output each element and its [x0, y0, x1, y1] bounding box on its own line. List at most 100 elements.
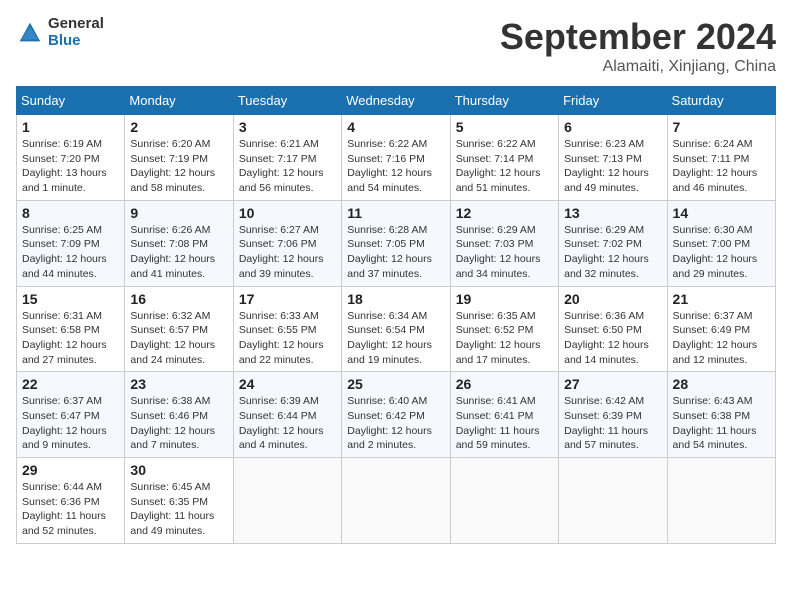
calendar-cell — [450, 458, 558, 544]
calendar-cell: 13 Sunrise: 6:29 AM Sunset: 7:02 PM Dayli… — [559, 200, 667, 286]
calendar-cell: 6Sunrise: 6:23 AM Sunset: 7:13 PM Daylig… — [559, 115, 667, 201]
day-info: Sunrise: 6:22 AM Sunset: 7:14 PM Dayligh… — [456, 137, 553, 196]
calendar-cell: 8 Sunrise: 6:25 AM Sunset: 7:09 PM Daylig… — [17, 200, 125, 286]
calendar-week-4: 22 Sunrise: 6:37 AM Sunset: 6:47 PM Dayli… — [17, 372, 776, 458]
weekday-header-friday: Friday — [559, 87, 667, 115]
calendar-header-row: SundayMondayTuesdayWednesdayThursdayFrid… — [17, 87, 776, 115]
day-number: 27 — [564, 376, 661, 392]
day-info: Sunrise: 6:37 AM Sunset: 6:47 PM Dayligh… — [22, 394, 119, 453]
day-info: Sunrise: 6:29 AM Sunset: 7:02 PM Dayligh… — [564, 223, 661, 282]
calendar-cell: 10 Sunrise: 6:27 AM Sunset: 7:06 PM Dayli… — [233, 200, 341, 286]
calendar-cell: 11 Sunrise: 6:28 AM Sunset: 7:05 PM Dayli… — [342, 200, 450, 286]
calendar-cell — [342, 458, 450, 544]
day-info: Sunrise: 6:24 AM Sunset: 7:11 PM Dayligh… — [673, 137, 770, 196]
logo-blue: Blue — [48, 33, 104, 50]
day-number: 30 — [130, 462, 227, 478]
calendar-cell — [667, 458, 775, 544]
calendar-week-5: 29Sunrise: 6:44 AM Sunset: 6:36 PM Dayli… — [17, 458, 776, 544]
day-info: Sunrise: 6:25 AM Sunset: 7:09 PM Dayligh… — [22, 223, 119, 282]
day-number: 21 — [673, 291, 770, 307]
day-number: 13 — [564, 205, 661, 221]
day-info: Sunrise: 6:32 AM Sunset: 6:57 PM Dayligh… — [130, 309, 227, 368]
calendar-cell: 3Sunrise: 6:21 AM Sunset: 7:17 PM Daylig… — [233, 115, 341, 201]
weekday-header-thursday: Thursday — [450, 87, 558, 115]
day-number: 26 — [456, 376, 553, 392]
weekday-header-wednesday: Wednesday — [342, 87, 450, 115]
weekday-header-monday: Monday — [125, 87, 233, 115]
day-info: Sunrise: 6:34 AM Sunset: 6:54 PM Dayligh… — [347, 309, 444, 368]
day-number: 22 — [22, 376, 119, 392]
calendar-cell: 27 Sunrise: 6:42 AM Sunset: 6:39 PM Dayli… — [559, 372, 667, 458]
calendar-cell: 26 Sunrise: 6:41 AM Sunset: 6:41 PM Dayli… — [450, 372, 558, 458]
day-info: Sunrise: 6:33 AM Sunset: 6:55 PM Dayligh… — [239, 309, 336, 368]
day-number: 2 — [130, 119, 227, 135]
day-number: 20 — [564, 291, 661, 307]
calendar-cell: 17 Sunrise: 6:33 AM Sunset: 6:55 PM Dayli… — [233, 286, 341, 372]
day-info: Sunrise: 6:43 AM Sunset: 6:38 PM Dayligh… — [673, 394, 770, 453]
day-number: 15 — [22, 291, 119, 307]
weekday-header-tuesday: Tuesday — [233, 87, 341, 115]
month-title: September 2024 — [500, 16, 776, 58]
calendar-cell: 16Sunrise: 6:32 AM Sunset: 6:57 PM Dayli… — [125, 286, 233, 372]
day-number: 17 — [239, 291, 336, 307]
calendar-cell: 2 Sunrise: 6:20 AM Sunset: 7:19 PM Daylig… — [125, 115, 233, 201]
calendar-cell: 25 Sunrise: 6:40 AM Sunset: 6:42 PM Dayli… — [342, 372, 450, 458]
weekday-header-sunday: Sunday — [17, 87, 125, 115]
day-info: Sunrise: 6:45 AM Sunset: 6:35 PM Dayligh… — [130, 480, 227, 539]
day-number: 25 — [347, 376, 444, 392]
calendar-cell: 23Sunrise: 6:38 AM Sunset: 6:46 PM Dayli… — [125, 372, 233, 458]
day-info: Sunrise: 6:40 AM Sunset: 6:42 PM Dayligh… — [347, 394, 444, 453]
day-number: 18 — [347, 291, 444, 307]
day-number: 9 — [130, 205, 227, 221]
day-info: Sunrise: 6:39 AM Sunset: 6:44 PM Dayligh… — [239, 394, 336, 453]
calendar-cell: 29Sunrise: 6:44 AM Sunset: 6:36 PM Dayli… — [17, 458, 125, 544]
calendar-cell — [559, 458, 667, 544]
logo-general: General — [48, 16, 104, 33]
day-info: Sunrise: 6:27 AM Sunset: 7:06 PM Dayligh… — [239, 223, 336, 282]
calendar-cell: 12Sunrise: 6:29 AM Sunset: 7:03 PM Dayli… — [450, 200, 558, 286]
title-block: September 2024 Alamaiti, Xinjiang, China — [500, 16, 776, 76]
day-number: 11 — [347, 205, 444, 221]
day-info: Sunrise: 6:44 AM Sunset: 6:36 PM Dayligh… — [22, 480, 119, 539]
calendar-cell: 20 Sunrise: 6:36 AM Sunset: 6:50 PM Dayli… — [559, 286, 667, 372]
day-info: Sunrise: 6:31 AM Sunset: 6:58 PM Dayligh… — [22, 309, 119, 368]
calendar-week-1: 1Sunrise: 6:19 AM Sunset: 7:20 PM Daylig… — [17, 115, 776, 201]
day-info: Sunrise: 6:20 AM Sunset: 7:19 PM Dayligh… — [130, 137, 227, 196]
day-number: 4 — [347, 119, 444, 135]
calendar-body: 1Sunrise: 6:19 AM Sunset: 7:20 PM Daylig… — [17, 115, 776, 544]
day-number: 10 — [239, 205, 336, 221]
calendar-cell: 30 Sunrise: 6:45 AM Sunset: 6:35 PM Dayli… — [125, 458, 233, 544]
calendar-week-3: 15 Sunrise: 6:31 AM Sunset: 6:58 PM Dayli… — [17, 286, 776, 372]
day-number: 23 — [130, 376, 227, 392]
day-number: 14 — [673, 205, 770, 221]
day-number: 1 — [22, 119, 119, 135]
day-number: 8 — [22, 205, 119, 221]
calendar-cell: 22 Sunrise: 6:37 AM Sunset: 6:47 PM Dayli… — [17, 372, 125, 458]
calendar-cell — [233, 458, 341, 544]
day-number: 6 — [564, 119, 661, 135]
day-number: 12 — [456, 205, 553, 221]
day-info: Sunrise: 6:36 AM Sunset: 6:50 PM Dayligh… — [564, 309, 661, 368]
calendar-cell: 28 Sunrise: 6:43 AM Sunset: 6:38 PM Dayli… — [667, 372, 775, 458]
calendar-cell: 5 Sunrise: 6:22 AM Sunset: 7:14 PM Daylig… — [450, 115, 558, 201]
day-number: 28 — [673, 376, 770, 392]
calendar-cell: 24Sunrise: 6:39 AM Sunset: 6:44 PM Dayli… — [233, 372, 341, 458]
day-info: Sunrise: 6:37 AM Sunset: 6:49 PM Dayligh… — [673, 309, 770, 368]
day-info: Sunrise: 6:26 AM Sunset: 7:08 PM Dayligh… — [130, 223, 227, 282]
location: Alamaiti, Xinjiang, China — [500, 58, 776, 76]
day-number: 19 — [456, 291, 553, 307]
calendar-cell: 19Sunrise: 6:35 AM Sunset: 6:52 PM Dayli… — [450, 286, 558, 372]
calendar-cell: 9 Sunrise: 6:26 AM Sunset: 7:08 PM Daylig… — [125, 200, 233, 286]
calendar-cell: 14Sunrise: 6:30 AM Sunset: 7:00 PM Dayli… — [667, 200, 775, 286]
calendar-cell: 4 Sunrise: 6:22 AM Sunset: 7:16 PM Daylig… — [342, 115, 450, 201]
day-info: Sunrise: 6:22 AM Sunset: 7:16 PM Dayligh… — [347, 137, 444, 196]
calendar-cell: 7Sunrise: 6:24 AM Sunset: 7:11 PM Daylig… — [667, 115, 775, 201]
page-header: General Blue September 2024 Alamaiti, Xi… — [16, 16, 776, 76]
calendar-cell: 21 Sunrise: 6:37 AM Sunset: 6:49 PM Dayli… — [667, 286, 775, 372]
calendar-cell: 18 Sunrise: 6:34 AM Sunset: 6:54 PM Dayli… — [342, 286, 450, 372]
logo: General Blue — [16, 16, 104, 49]
day-info: Sunrise: 6:42 AM Sunset: 6:39 PM Dayligh… — [564, 394, 661, 453]
day-info: Sunrise: 6:28 AM Sunset: 7:05 PM Dayligh… — [347, 223, 444, 282]
day-info: Sunrise: 6:41 AM Sunset: 6:41 PM Dayligh… — [456, 394, 553, 453]
day-number: 5 — [456, 119, 553, 135]
